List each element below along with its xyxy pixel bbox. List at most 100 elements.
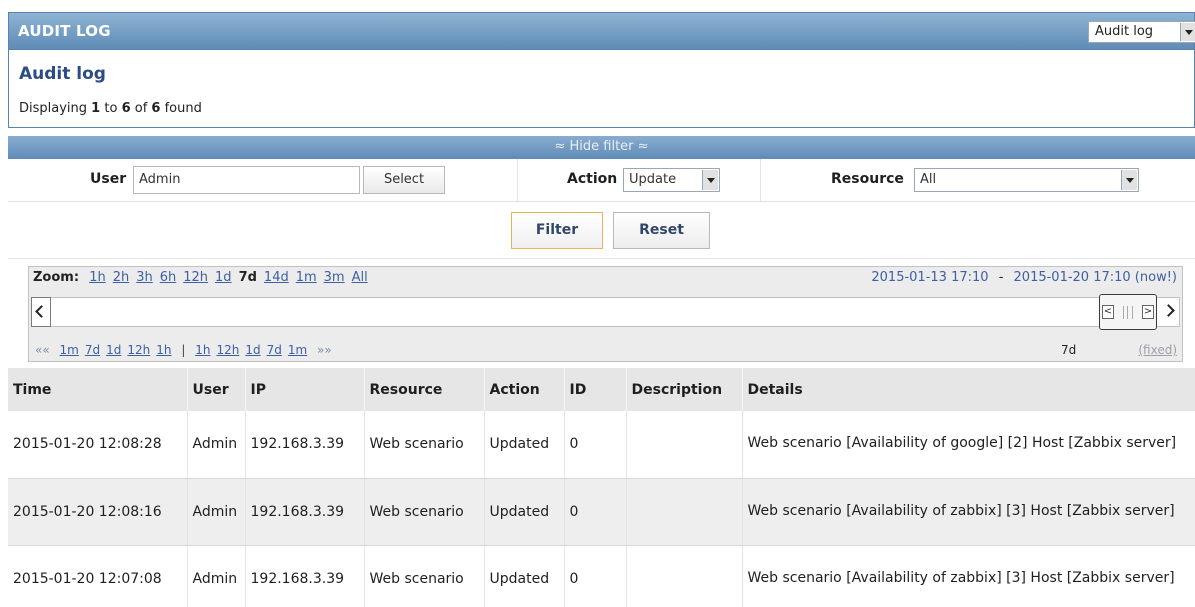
back-arrows: «« bbox=[35, 343, 50, 357]
zoom-option-6h[interactable]: 6h bbox=[160, 270, 177, 285]
scroll-handle[interactable]: < > bbox=[1099, 294, 1157, 330]
cell-id: 0 bbox=[564, 478, 627, 546]
chevron-down-icon bbox=[1121, 170, 1137, 190]
page-header: AUDIT LOG Audit log bbox=[8, 12, 1195, 50]
period-length: 7d bbox=[1061, 343, 1077, 357]
table-body: 2015-01-20 12:08:28 Admin 192.168.3.39 Web … bbox=[8, 411, 1195, 607]
scroll-right-button[interactable] bbox=[1160, 297, 1180, 327]
zoom-links: 1h 2h 3h 6h 12h 1d 7d 14d 1m 3m All bbox=[89, 270, 375, 285]
period-nav-links: «« 1m 7d 1d 12h 1h | 1h 12h 1d 7d 1m »» bbox=[35, 343, 338, 357]
cell-action: Updated bbox=[484, 411, 565, 479]
back-link-1m[interactable]: 1m bbox=[60, 343, 79, 357]
column-header-user: User bbox=[187, 368, 246, 411]
table-row: 2015-01-20 12:07:08 Admin 192.168.3.39 Web … bbox=[8, 545, 1195, 607]
audit-table: Time User IP Resource Action ID Description Det… bbox=[8, 368, 1195, 607]
hide-filter-toggle[interactable]: ≈ Hide filter ≈ bbox=[8, 136, 1195, 159]
resource-label: Resource bbox=[831, 171, 904, 187]
cell-user: Admin bbox=[187, 478, 246, 546]
column-header-resource: Resource bbox=[364, 368, 485, 411]
user-input[interactable]: Admin bbox=[133, 166, 360, 194]
zoom-option-2h[interactable]: 2h bbox=[113, 270, 130, 285]
back-link-1h[interactable]: 1h bbox=[156, 343, 171, 357]
column-header-ip: IP bbox=[245, 368, 365, 411]
zoom-option-3m[interactable]: 3m bbox=[324, 270, 345, 285]
forward-link-12h[interactable]: 12h bbox=[216, 343, 239, 357]
grip-icon bbox=[1123, 306, 1133, 319]
cell-user: Admin bbox=[187, 545, 246, 607]
user-select-button[interactable]: Select bbox=[363, 166, 445, 194]
forward-link-1h[interactable]: 1h bbox=[195, 343, 210, 357]
cell-action: Updated bbox=[484, 545, 565, 607]
filter-row: User Admin Select Action Update Resource… bbox=[8, 159, 1195, 202]
forward-link-1d[interactable]: 1d bbox=[245, 343, 260, 357]
zoom-row: Zoom: 1h 2h 3h 6h 12h 1d 7d 14d 1m 3m All bbox=[33, 270, 375, 285]
cell-time: 2015-01-20 12:08:16 bbox=[8, 478, 188, 546]
page-title: Audit log bbox=[19, 64, 106, 84]
cell-id: 0 bbox=[564, 545, 627, 607]
filter-resource-cell: Resource All bbox=[761, 159, 1195, 202]
action-select[interactable]: Update bbox=[623, 168, 720, 192]
chevron-down-icon bbox=[702, 170, 718, 190]
filter-button[interactable]: Filter bbox=[511, 212, 603, 249]
chevron-left-icon[interactable]: < bbox=[1102, 305, 1114, 319]
page-info: Audit log Displaying 1 to 6 of 6 found bbox=[8, 50, 1195, 128]
filter-action-cell: Action Update bbox=[518, 159, 761, 202]
zoom-option-All[interactable]: All bbox=[352, 270, 368, 285]
user-label: User bbox=[90, 171, 127, 187]
cell-time: 2015-01-20 12:08:28 bbox=[8, 411, 188, 479]
zoom-label: Zoom: bbox=[33, 270, 80, 285]
cell-description bbox=[626, 478, 743, 546]
header-title: AUDIT LOG bbox=[18, 22, 111, 40]
filter-user-cell: User Admin Select bbox=[8, 159, 518, 202]
action-label: Action bbox=[567, 171, 618, 187]
period-range: 2015-01-13 17:10 - 2015-01-20 17:10 (now… bbox=[871, 270, 1177, 285]
cell-resource: Web scenario bbox=[364, 411, 485, 479]
cell-description bbox=[626, 411, 743, 479]
cell-details: Web scenario [Availability of google] [2… bbox=[742, 411, 1195, 479]
back-link-1d[interactable]: 1d bbox=[106, 343, 121, 357]
column-header-id: ID bbox=[564, 368, 627, 411]
cell-description bbox=[626, 545, 743, 607]
fixed-toggle[interactable]: (fixed) bbox=[1138, 343, 1177, 357]
column-header-details: Details bbox=[742, 368, 1195, 411]
cell-id: 0 bbox=[564, 411, 627, 479]
zoom-option-1d[interactable]: 1d bbox=[215, 270, 232, 285]
column-header-time: Time bbox=[8, 368, 188, 411]
column-header-action: Action bbox=[484, 368, 565, 411]
time-scrollbar[interactable] bbox=[31, 297, 1180, 327]
displaying-count: Displaying 1 to 6 of 6 found bbox=[19, 101, 202, 116]
zoom-option-1h[interactable]: 1h bbox=[89, 270, 106, 285]
reset-button[interactable]: Reset bbox=[613, 212, 710, 249]
chevron-down-icon bbox=[1180, 23, 1195, 41]
cell-resource: Web scenario bbox=[364, 478, 485, 546]
zoom-option-7d[interactable]: 7d bbox=[239, 270, 257, 285]
back-link-12h[interactable]: 12h bbox=[127, 343, 150, 357]
zoom-option-3h[interactable]: 3h bbox=[136, 270, 153, 285]
forward-arrows: »» bbox=[317, 343, 332, 357]
cell-ip: 192.168.3.39 bbox=[245, 411, 365, 479]
cell-resource: Web scenario bbox=[364, 545, 485, 607]
cell-details: Web scenario [Availability of zabbix] [3… bbox=[742, 478, 1195, 546]
table-row: 2015-01-20 12:08:28 Admin 192.168.3.39 Web … bbox=[8, 411, 1195, 479]
back-link-7d[interactable]: 7d bbox=[85, 343, 100, 357]
cell-details: Web scenario [Availability of zabbix] [3… bbox=[742, 545, 1195, 607]
zoom-option-12h[interactable]: 12h bbox=[183, 270, 208, 285]
table-row: 2015-01-20 12:08:16 Admin 192.168.3.39 Web … bbox=[8, 478, 1195, 546]
forward-link-1m[interactable]: 1m bbox=[288, 343, 307, 357]
divider bbox=[8, 258, 1195, 259]
view-select[interactable]: Audit log bbox=[1088, 21, 1195, 43]
cell-action: Updated bbox=[484, 478, 565, 546]
zoom-option-14d[interactable]: 14d bbox=[264, 270, 289, 285]
scroll-left-button[interactable] bbox=[31, 297, 51, 327]
forward-link-7d[interactable]: 7d bbox=[267, 343, 282, 357]
cell-ip: 192.168.3.39 bbox=[245, 545, 365, 607]
column-header-description: Description bbox=[626, 368, 743, 411]
chevron-right-icon[interactable]: > bbox=[1142, 305, 1154, 319]
nav-divider: | bbox=[181, 343, 186, 357]
resource-select[interactable]: All bbox=[914, 168, 1139, 192]
view-select-value: Audit log bbox=[1095, 24, 1154, 39]
table-header: Time User IP Resource Action ID Description Det… bbox=[8, 368, 1195, 411]
zoom-option-1m[interactable]: 1m bbox=[296, 270, 317, 285]
cell-time: 2015-01-20 12:07:08 bbox=[8, 545, 188, 607]
cell-user: Admin bbox=[187, 411, 246, 479]
